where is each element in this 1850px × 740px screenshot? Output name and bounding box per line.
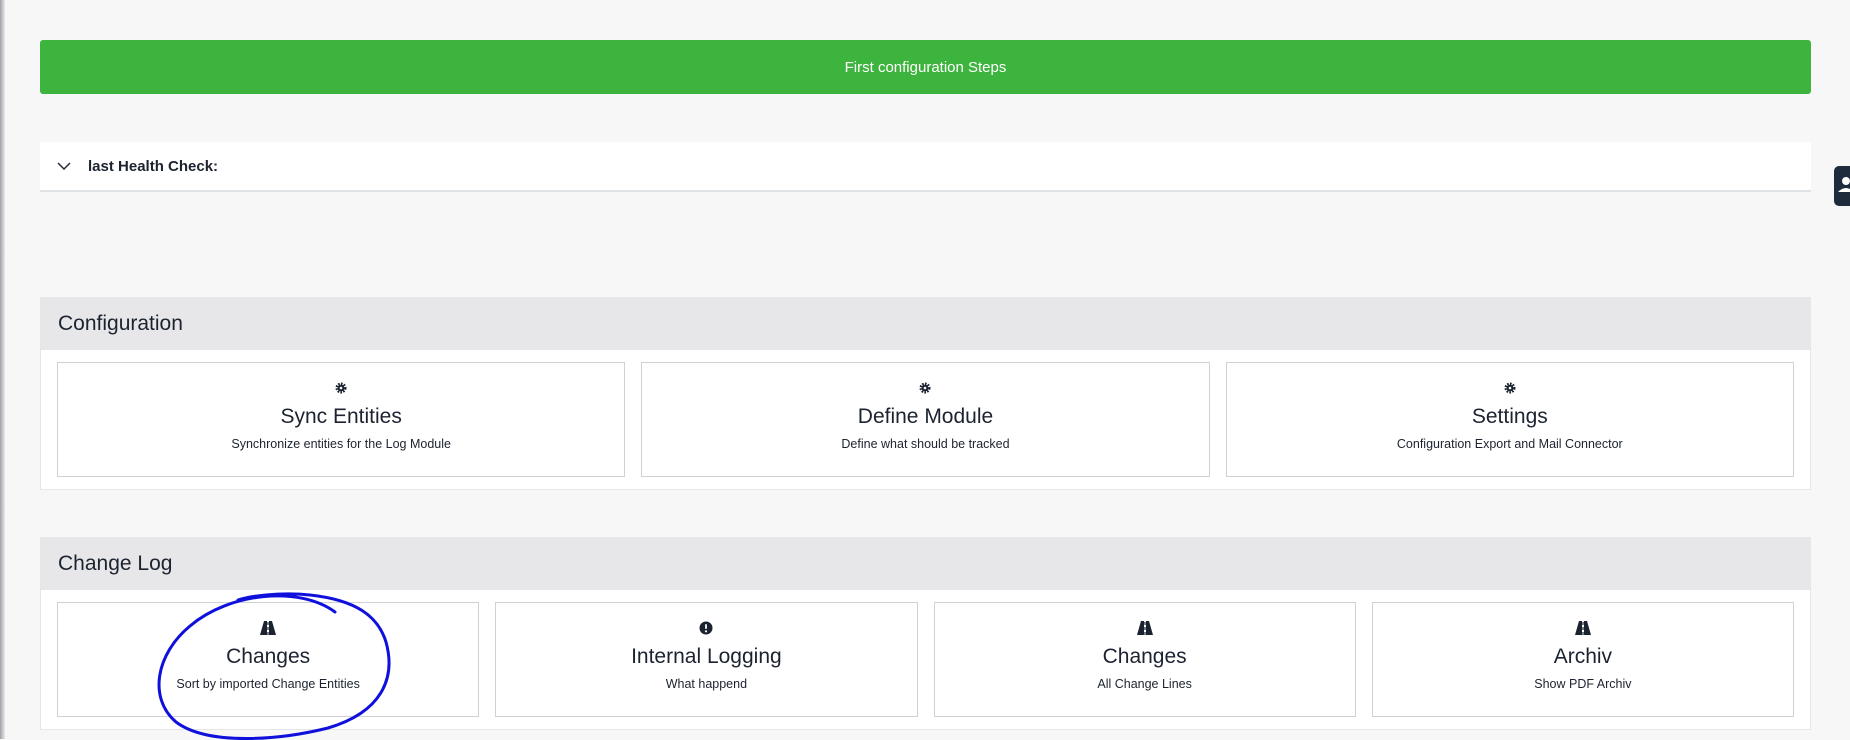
card-title: Define Module xyxy=(857,405,994,428)
card-subtitle: What happend xyxy=(665,677,748,691)
card-title: Changes xyxy=(226,645,311,668)
section-title: Configuration xyxy=(41,298,1810,350)
road-icon xyxy=(1136,619,1153,637)
internal-logging-card[interactable]: Internal Logging What happend xyxy=(495,602,918,717)
user-icon xyxy=(1836,175,1850,198)
exclamation-circle-icon xyxy=(699,619,713,637)
road-icon xyxy=(260,619,277,637)
define-module-card[interactable]: Define Module Define what should be trac… xyxy=(641,362,1210,477)
gear-icon xyxy=(918,379,932,397)
card-subtitle: Sort by imported Change Entities xyxy=(176,677,360,691)
settings-card[interactable]: Settings Configuration Export and Mail C… xyxy=(1225,362,1794,477)
chevron-down-icon[interactable] xyxy=(56,158,72,174)
card-subtitle: All Change Lines xyxy=(1097,677,1192,691)
card-subtitle: Define what should be tracked xyxy=(841,437,1010,451)
card-title: Internal Logging xyxy=(631,645,782,668)
changes-lines-card[interactable]: Changes All Change Lines xyxy=(933,602,1356,717)
changes-entities-card[interactable]: Changes Sort by imported Change Entities xyxy=(57,602,480,717)
card-title: Archiv xyxy=(1553,645,1613,668)
health-check-panel[interactable]: last Health Check: xyxy=(40,142,1811,192)
section-title: Change Log xyxy=(41,538,1810,590)
change-log-section: Change Log Changes Sort by imported Chan… xyxy=(40,537,1811,730)
card-subtitle: Configuration Export and Mail Connector xyxy=(1396,437,1623,451)
card-subtitle: Show PDF Archiv xyxy=(1534,677,1632,691)
first-configuration-steps-button[interactable]: First configuration Steps xyxy=(40,40,1811,94)
card-title: Changes xyxy=(1102,645,1187,668)
card-title: Sync Entities xyxy=(280,405,402,428)
health-check-title: last Health Check: xyxy=(88,157,219,175)
banner-label: First configuration Steps xyxy=(844,58,1007,76)
window-left-edge xyxy=(0,0,5,739)
gear-icon xyxy=(334,379,348,397)
side-user-tab[interactable] xyxy=(1834,166,1850,206)
road-icon xyxy=(1574,619,1591,637)
card-subtitle: Synchronize entities for the Log Module xyxy=(231,437,451,451)
configuration-section: Configuration Sync Entities Synchronize … xyxy=(40,297,1811,490)
sync-entities-card[interactable]: Sync Entities Synchronize entities for t… xyxy=(57,362,626,477)
archiv-card[interactable]: Archiv Show PDF Archiv xyxy=(1371,602,1794,717)
gear-icon xyxy=(1503,379,1517,397)
card-title: Settings xyxy=(1471,405,1548,428)
